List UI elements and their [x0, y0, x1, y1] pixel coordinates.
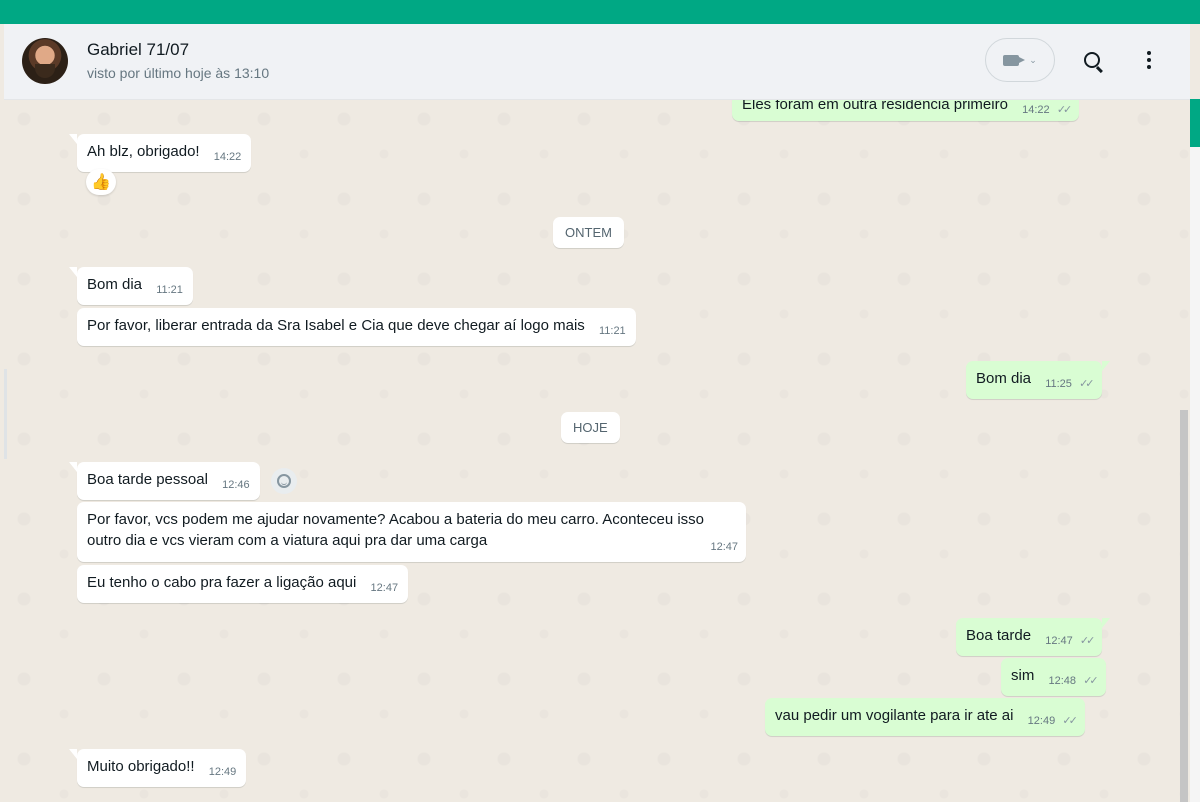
message-bubble-in[interactable]: Muito obrigado!! 12:49: [68, 749, 247, 787]
thumbs-up-icon[interactable]: 👍: [86, 169, 116, 195]
message-time: 12:47: [370, 582, 399, 594]
message-bubble-in[interactable]: Eu tenho o cabo pra fazer a ligação aqui…: [77, 565, 409, 603]
message-bubble-in[interactable]: Boa tarde pessoal 12:46: [69, 462, 260, 500]
message-text: Muito obrigado!!: [87, 758, 195, 775]
scroll-track[interactable]: [1190, 147, 1200, 802]
message-time: 11:21: [598, 325, 626, 337]
top-accent-bar: [0, 0, 1200, 24]
message-bubble-out[interactable]: Eles foram em outra residência primeiro …: [732, 99, 1080, 121]
message-bubble-in[interactable]: Ah blz, obrigado! 14:22: [68, 134, 252, 172]
message-time: 12:49: [1027, 715, 1056, 727]
contact-status: visto por último hoje às 13:10: [87, 65, 270, 81]
message-time: 12:47: [710, 541, 738, 553]
message-bubble-out[interactable]: Boa tarde 12:47 ✓✓: [956, 618, 1111, 656]
message-time: 12:46: [222, 479, 250, 491]
avatar[interactable]: [22, 38, 68, 84]
message-bubble-out[interactable]: vau pedir um vogilante para ir ate ai 12…: [765, 698, 1085, 736]
video-call-button[interactable]: ⌄: [985, 38, 1055, 82]
double-check-icon: ✓✓: [1079, 378, 1095, 390]
react-button[interactable]: [271, 468, 297, 494]
double-check-icon: ✓✓: [1062, 715, 1078, 727]
double-check-icon: ✓✓: [1056, 104, 1073, 116]
message-text: Por favor, vcs podem me ajudar novamente…: [87, 511, 705, 549]
message-text: Por favor, liberar entrada da Sra Isabel…: [87, 317, 585, 334]
message-text: Bom dia: [976, 370, 1032, 387]
message-text: vau pedir um vogilante para ir ate ai: [775, 707, 1014, 724]
date-divider-yesterday: ONTEM: [553, 217, 624, 248]
message-time: 12:49: [208, 766, 237, 778]
message-text: Boa tarde: [966, 627, 1032, 644]
message-text: Eu tenho o cabo pra fazer a ligação aqui: [87, 574, 357, 591]
message-text: Eles foram em outra residência primeiro: [742, 99, 1008, 113]
smiley-icon: [277, 474, 291, 488]
message-time: 11:25: [1045, 378, 1072, 390]
message-bubble-in[interactable]: Por favor, vcs podem me ajudar novamente…: [77, 502, 746, 562]
search-button[interactable]: [1075, 43, 1109, 77]
scroll-indicator: [1190, 99, 1200, 147]
date-divider-today: HOJE: [561, 412, 620, 443]
menu-button[interactable]: [1132, 43, 1166, 77]
message-bubble-in[interactable]: Por favor, liberar entrada da Sra Isabel…: [77, 308, 636, 346]
message-time: 14:22: [213, 151, 242, 163]
message-bubble-in[interactable]: Bom dia 11:21: [69, 267, 193, 305]
double-check-icon: ✓✓: [1079, 635, 1096, 647]
chat-header[interactable]: Gabriel 71/07 visto por último hoje às 1…: [4, 24, 1190, 100]
message-text: Bom dia: [87, 276, 143, 293]
message-time: 14:22: [1022, 104, 1050, 116]
menu-icon: [1147, 51, 1151, 69]
message-time: 11:21: [156, 284, 183, 296]
double-check-icon: ✓✓: [1083, 675, 1099, 687]
scrollbar-thumb[interactable]: [1180, 410, 1188, 802]
panel-edge: [4, 369, 7, 459]
message-time: 12:48: [1048, 675, 1077, 687]
chevron-down-icon: ⌄: [1029, 54, 1037, 65]
search-icon: [1084, 52, 1100, 68]
contact-name[interactable]: Gabriel 71/07: [87, 40, 189, 60]
message-text: Boa tarde pessoal: [87, 471, 208, 488]
message-bubble-out[interactable]: Bom dia 11:25 ✓✓: [966, 361, 1110, 399]
video-call-icon: [1003, 54, 1026, 66]
message-bubble-out[interactable]: sim 12:48 ✓✓: [1001, 658, 1106, 696]
message-list[interactable]: Eles foram em outra residência primeiro …: [4, 99, 1190, 802]
message-text: Ah blz, obrigado!: [87, 143, 200, 160]
message-time: 12:47: [1045, 635, 1073, 647]
message-text: sim: [1011, 667, 1035, 684]
